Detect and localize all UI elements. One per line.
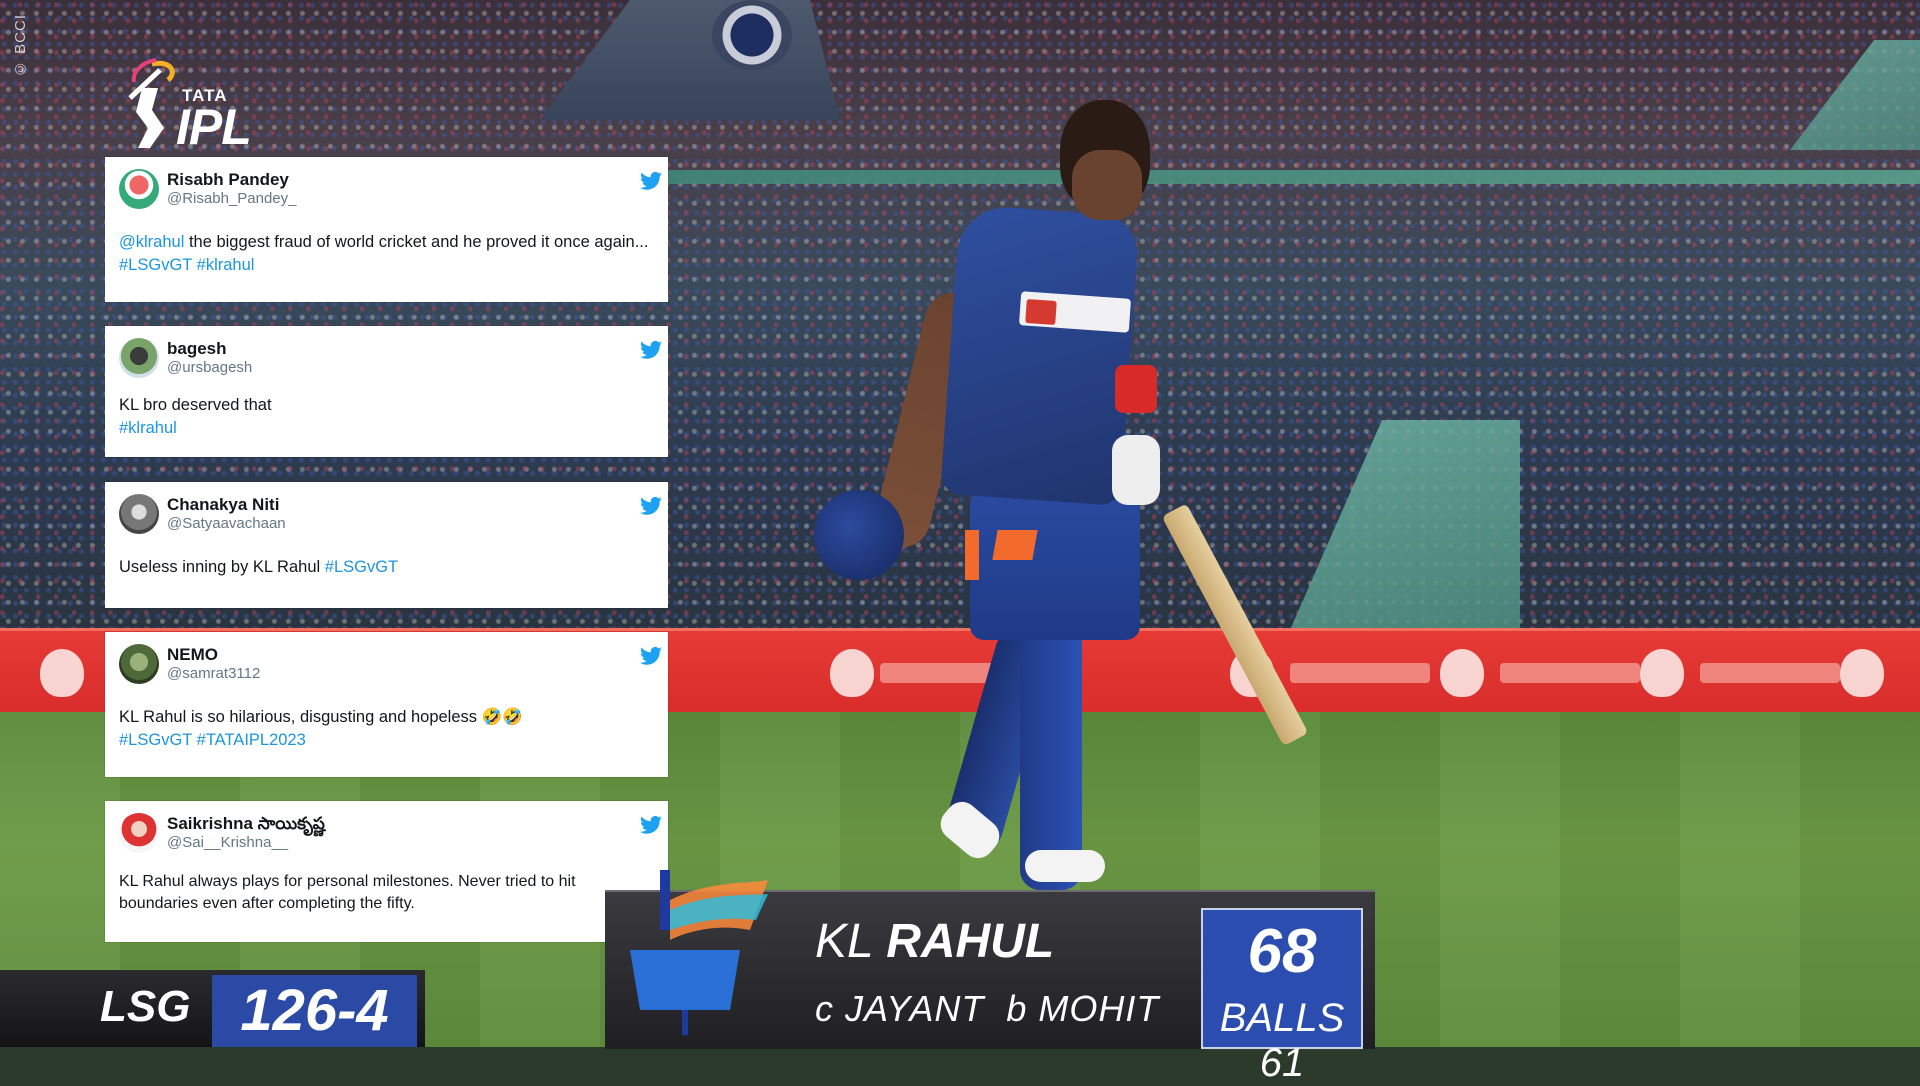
team-abbreviation: LSG — [100, 982, 191, 1031]
batter-runs: 68 — [1247, 917, 1317, 986]
tweet-hashtags[interactable]: #LSGvGT — [325, 558, 398, 576]
avatar — [119, 338, 159, 378]
runs-box: 68 BALLS 61 — [1201, 908, 1363, 1085]
tweet-author-handle[interactable]: @Risabh_Pandey_ — [167, 189, 296, 208]
lsg-logo — [630, 870, 768, 1035]
twitter-bird-icon[interactable] — [640, 646, 662, 666]
ipl-logo: TATA IPL — [112, 50, 262, 155]
twitter-bird-icon[interactable] — [640, 815, 662, 835]
ad-strip — [1290, 663, 1430, 683]
tweet-card[interactable]: Risabh Pandey @Risabh_Pandey_ @klrahul t… — [105, 157, 668, 302]
batter-name: KL RAHUL — [815, 914, 1054, 969]
tweet-author-handle[interactable]: @Satyaavachaan — [167, 514, 286, 533]
batter-figure — [814, 90, 1309, 890]
ad-strip — [1700, 663, 1840, 683]
twitter-bird-icon[interactable] — [640, 340, 662, 360]
tweet-hashtags[interactable]: #klrahul — [119, 419, 177, 437]
ad-logo — [1640, 649, 1684, 697]
tweet-author-name: NEMO — [167, 645, 218, 664]
jersey-sponsor-mark — [1025, 298, 1057, 326]
tweet-card[interactable]: Saikrishna సాయికృష్ణ @Sai__Krishna__ KL … — [105, 801, 668, 942]
stadium-emblem — [712, 0, 792, 70]
ad-logo — [40, 649, 84, 697]
avatar — [119, 169, 159, 209]
trouser-stripe — [965, 530, 979, 580]
jersey — [940, 204, 1140, 506]
tweet-card[interactable]: bagesh @ursbagesh KL bro deserved that #… — [105, 326, 668, 457]
team-score: 126-4 — [212, 975, 417, 1047]
tweet-card[interactable]: Chanakya Niti @Satyaavachaan Useless inn… — [105, 482, 668, 608]
tweet-text: Useless inning by KL Rahul — [119, 558, 325, 576]
tweet-author-handle[interactable]: @ursbagesh — [167, 358, 252, 377]
batter-last-name: RAHUL — [886, 915, 1055, 968]
watermark: © BCCI — [12, 14, 29, 78]
tweet-mention[interactable]: @klrahul — [119, 233, 184, 251]
avatar — [119, 813, 159, 853]
ad-logo — [1840, 649, 1884, 697]
trouser-stripe — [992, 530, 1038, 560]
team-scoreboard: LSG 126-4 — [0, 970, 425, 1047]
twitter-bird-icon[interactable] — [640, 496, 662, 516]
helmet — [814, 490, 904, 580]
tweet-text: KL Rahul is so hilarious, disgusting and… — [119, 708, 523, 726]
tweet-author-name: Chanakya Niti — [167, 495, 280, 514]
stand-rail — [600, 170, 1920, 184]
ipl-name: IPL — [176, 99, 252, 155]
tweet-text: KL bro deserved that — [119, 396, 272, 414]
tweet-author-name: Saikrishna సాయికృష్ణ — [167, 814, 325, 833]
shoe — [1025, 850, 1105, 882]
tweet-text: the biggest fraud of world cricket and h… — [184, 233, 649, 251]
tweet-text: KL Rahul always plays for personal miles… — [119, 873, 576, 912]
twitter-bird-icon[interactable] — [640, 171, 662, 191]
trousers — [970, 490, 1140, 640]
tweet-author-handle[interactable]: @samrat3112 — [167, 664, 260, 683]
tweet-card[interactable]: NEMO @samrat3112 KL Rahul is so hilariou… — [105, 632, 668, 777]
ad-strip — [1500, 663, 1640, 683]
tweet-author-handle[interactable]: @Sai__Krishna__ — [167, 833, 325, 852]
ad-logo — [1440, 649, 1484, 697]
ipl-batsman-icon — [128, 58, 175, 148]
avatar — [119, 644, 159, 684]
wristband — [1115, 365, 1157, 413]
leg-pad — [1020, 610, 1082, 890]
avatar — [119, 494, 159, 534]
tweet-hashtags[interactable]: #LSGvGT #klrahul — [119, 256, 254, 274]
tweet-hashtags[interactable]: #LSGvGT #TATAIPL2023 — [119, 731, 306, 749]
batter-first-name: KL — [815, 915, 873, 968]
tweet-author-name: bagesh — [167, 339, 227, 358]
batting-glove — [1112, 435, 1160, 505]
batter-balls: BALLS 61 — [1219, 996, 1345, 1085]
tweet-author-name: Risabh Pandey — [167, 170, 289, 189]
dismissal-info: c JAYANT b MOHIT — [815, 988, 1160, 1029]
face — [1072, 150, 1142, 220]
